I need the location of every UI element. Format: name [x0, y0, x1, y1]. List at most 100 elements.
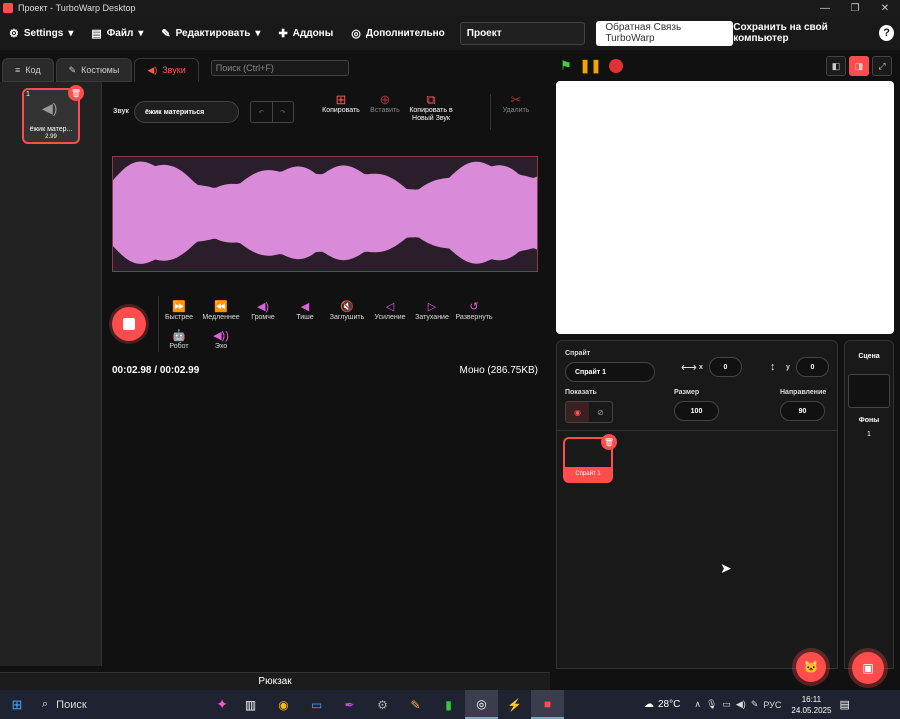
sound-name-input[interactable]: ёжик материться — [134, 101, 239, 123]
effect-fade-out-button[interactable]: ▷ Затухание — [408, 300, 456, 321]
effect-faster-button[interactable]: ⏩ Быстрее — [155, 300, 203, 321]
stop-playback-button[interactable] — [112, 307, 146, 341]
stage-thumbnail[interactable] — [848, 374, 890, 408]
feather-app-icon[interactable]: ✒ — [333, 690, 366, 719]
cat-plus-icon: 🐱 — [803, 660, 819, 674]
pen-icon[interactable]: ✎ — [751, 699, 759, 710]
effect-reverse-button[interactable]: ↺ Развернуть — [450, 300, 498, 321]
minimize-button[interactable]: — — [810, 0, 840, 16]
normal-stage-icon[interactable]: ◨ — [849, 56, 869, 76]
fullscreen-icon[interactable]: ⤢ — [872, 56, 892, 76]
microphone-icon[interactable]: 🎙 — [706, 699, 717, 710]
volume-icon[interactable]: ◀) — [736, 699, 746, 710]
x-input[interactable]: 0 — [709, 357, 742, 377]
show-label: Показать — [565, 389, 597, 396]
undo-icon[interactable]: ↶ — [251, 102, 272, 122]
sprite-info-panel: Спрайт Спрайт 1 ⟷ x 0 ↕ y 0 Показать ◉ ⊘… — [556, 340, 838, 669]
copy-new-icon: ⧉ — [426, 92, 436, 107]
stage[interactable] — [556, 81, 894, 334]
effect-label: Быстрее — [164, 314, 193, 321]
backdrops-count: 1 — [867, 431, 871, 438]
effect-fade-in-button[interactable]: ◁ Усиление — [366, 300, 414, 321]
redo-icon[interactable]: ↷ — [271, 102, 294, 122]
effect-robot-button[interactable]: 🤖 Робот — [155, 329, 203, 350]
broom-icon[interactable]: ✎ — [399, 690, 432, 719]
add-sprite-button[interactable]: 🐱 — [796, 652, 826, 682]
effect-slower-button[interactable]: ⏪ Медленнее — [197, 300, 245, 321]
sprite-name-input[interactable]: Спрайт 1 — [565, 362, 655, 382]
mute-icon: 🔇 — [340, 301, 354, 313]
chrome-icon[interactable]: ◉ — [267, 690, 300, 719]
advanced-menu[interactable]: ◎ Дополнительно — [342, 16, 454, 50]
chevron-up-icon[interactable]: ∧ — [694, 699, 701, 710]
green-flag-icon[interactable]: ⚑ — [560, 58, 572, 74]
search-input[interactable]: Поиск (Ctrl+F) — [210, 60, 349, 76]
stage-size-controls: ◧ ◨ ⤢ — [826, 56, 892, 76]
menu-bar: ⚙ Settings ▾ ▤ Файл ▾ ✎ Редактировать ▾ ✚ Аддон… — [0, 16, 900, 50]
edit-menu[interactable]: ✎ Редактировать ▾ — [152, 16, 269, 50]
weather-widget[interactable]: ☁ 28°C — [644, 699, 680, 710]
show-eye-icon[interactable]: ◉ — [566, 402, 589, 422]
tab-sounds[interactable]: ◀) Звуки — [134, 58, 199, 82]
sound-index: 1 — [26, 91, 30, 98]
pause-icon[interactable]: ❚❚ — [580, 58, 602, 74]
sprite-tile[interactable]: Спрайт 1 🗑 — [563, 434, 617, 483]
stop-icon — [123, 318, 135, 330]
size-input[interactable]: 100 — [674, 401, 719, 421]
y-label: y — [786, 364, 790, 371]
feedback-button[interactable]: Обратная Связь TurboWarp — [596, 20, 734, 46]
task-view-icon[interactable]: ▥ — [234, 690, 267, 719]
tab-costumes[interactable]: ✎ Костюмы — [55, 58, 133, 82]
copy-new-sound-button[interactable]: ⧉ Копировать в Новый Звук — [401, 92, 461, 123]
effect-mute-button[interactable]: 🔇 Заглушить — [323, 300, 371, 321]
stop-all-icon[interactable] — [609, 59, 624, 73]
hide-eye-icon[interactable]: ⊘ — [589, 402, 612, 422]
clock[interactable]: 16:11 24.05.2025 — [791, 694, 831, 716]
lightning-app-icon[interactable]: ⚡ — [498, 690, 531, 719]
y-input[interactable]: 0 — [796, 357, 829, 377]
help-button[interactable]: ? — [879, 25, 894, 41]
maximize-button[interactable]: ❐ — [840, 0, 870, 16]
notification-icon[interactable]: ▤ — [839, 698, 849, 711]
sound-editor: Звук ёжик материться ↶ ↷ ⊞ Копировать ⊕ Вс… — [102, 82, 548, 666]
language-indicator[interactable]: РУС — [763, 700, 781, 710]
search-icon: ⌕ — [42, 698, 49, 710]
tab-code[interactable]: ≡ Код — [2, 58, 54, 82]
file-menu[interactable]: ▤ Файл ▾ — [82, 16, 152, 50]
add-backdrop-button[interactable]: ▣ — [852, 652, 884, 684]
steam-like-icon[interactable]: ⚙ — [366, 690, 399, 719]
save-to-computer-button[interactable]: Сохранить на свой компьютер — [733, 22, 875, 44]
delete-sound-icon[interactable]: 🗑 — [68, 85, 84, 101]
taskbar-search[interactable]: ⌕ Поиск ✦ — [34, 690, 234, 719]
sound-tile[interactable]: 1 ◀) ёжик матер... 2.99 🗑 — [22, 85, 84, 144]
mouse-cursor-icon: ➤ — [720, 560, 732, 576]
backdrops-label: Фоны — [858, 417, 880, 424]
waveform[interactable] — [112, 156, 538, 272]
effect-label: Громче — [251, 314, 275, 321]
laptop-app-icon[interactable]: ▭ — [300, 690, 333, 719]
direction-input[interactable]: 90 — [780, 401, 825, 421]
obs-icon[interactable]: ◎ — [465, 690, 498, 719]
effect-label: Робот — [169, 343, 189, 350]
effect-label: Развернуть — [455, 314, 493, 321]
delete-button[interactable]: ✂ Удалить — [486, 93, 546, 115]
addons-menu[interactable]: ✚ Аддоны — [269, 16, 342, 50]
green-app-icon[interactable]: ▮ — [432, 690, 465, 719]
network-icon[interactable]: ▭ — [722, 699, 731, 710]
effect-softer-button[interactable]: ◀ Тише — [281, 300, 329, 321]
backpack-bar[interactable]: Рюкзак — [0, 672, 550, 690]
delete-sprite-icon[interactable]: 🗑 — [601, 434, 617, 450]
sound-tile-name: ёжик матер... — [29, 126, 73, 133]
turbowarp-taskbar-icon[interactable]: ■ — [531, 690, 564, 719]
scene-panel: Сцена Фоны 1 — [844, 340, 894, 669]
horizontal-arrow-icon: ⟷ — [681, 362, 697, 374]
small-stage-icon[interactable]: ◧ — [826, 56, 846, 76]
effect-louder-button[interactable]: ◀) Громче — [239, 300, 287, 321]
caret-down-icon: ▾ — [138, 27, 144, 39]
scene-title: Сцена — [858, 353, 880, 360]
settings-menu[interactable]: ⚙ Settings ▾ — [0, 16, 82, 50]
windows-start-icon[interactable]: ⊞ — [0, 690, 34, 719]
close-window-button[interactable]: ✕ — [870, 0, 900, 16]
project-title-input[interactable]: Проект — [459, 21, 586, 45]
effect-echo-button[interactable]: ◀)) Эхо — [197, 329, 245, 350]
